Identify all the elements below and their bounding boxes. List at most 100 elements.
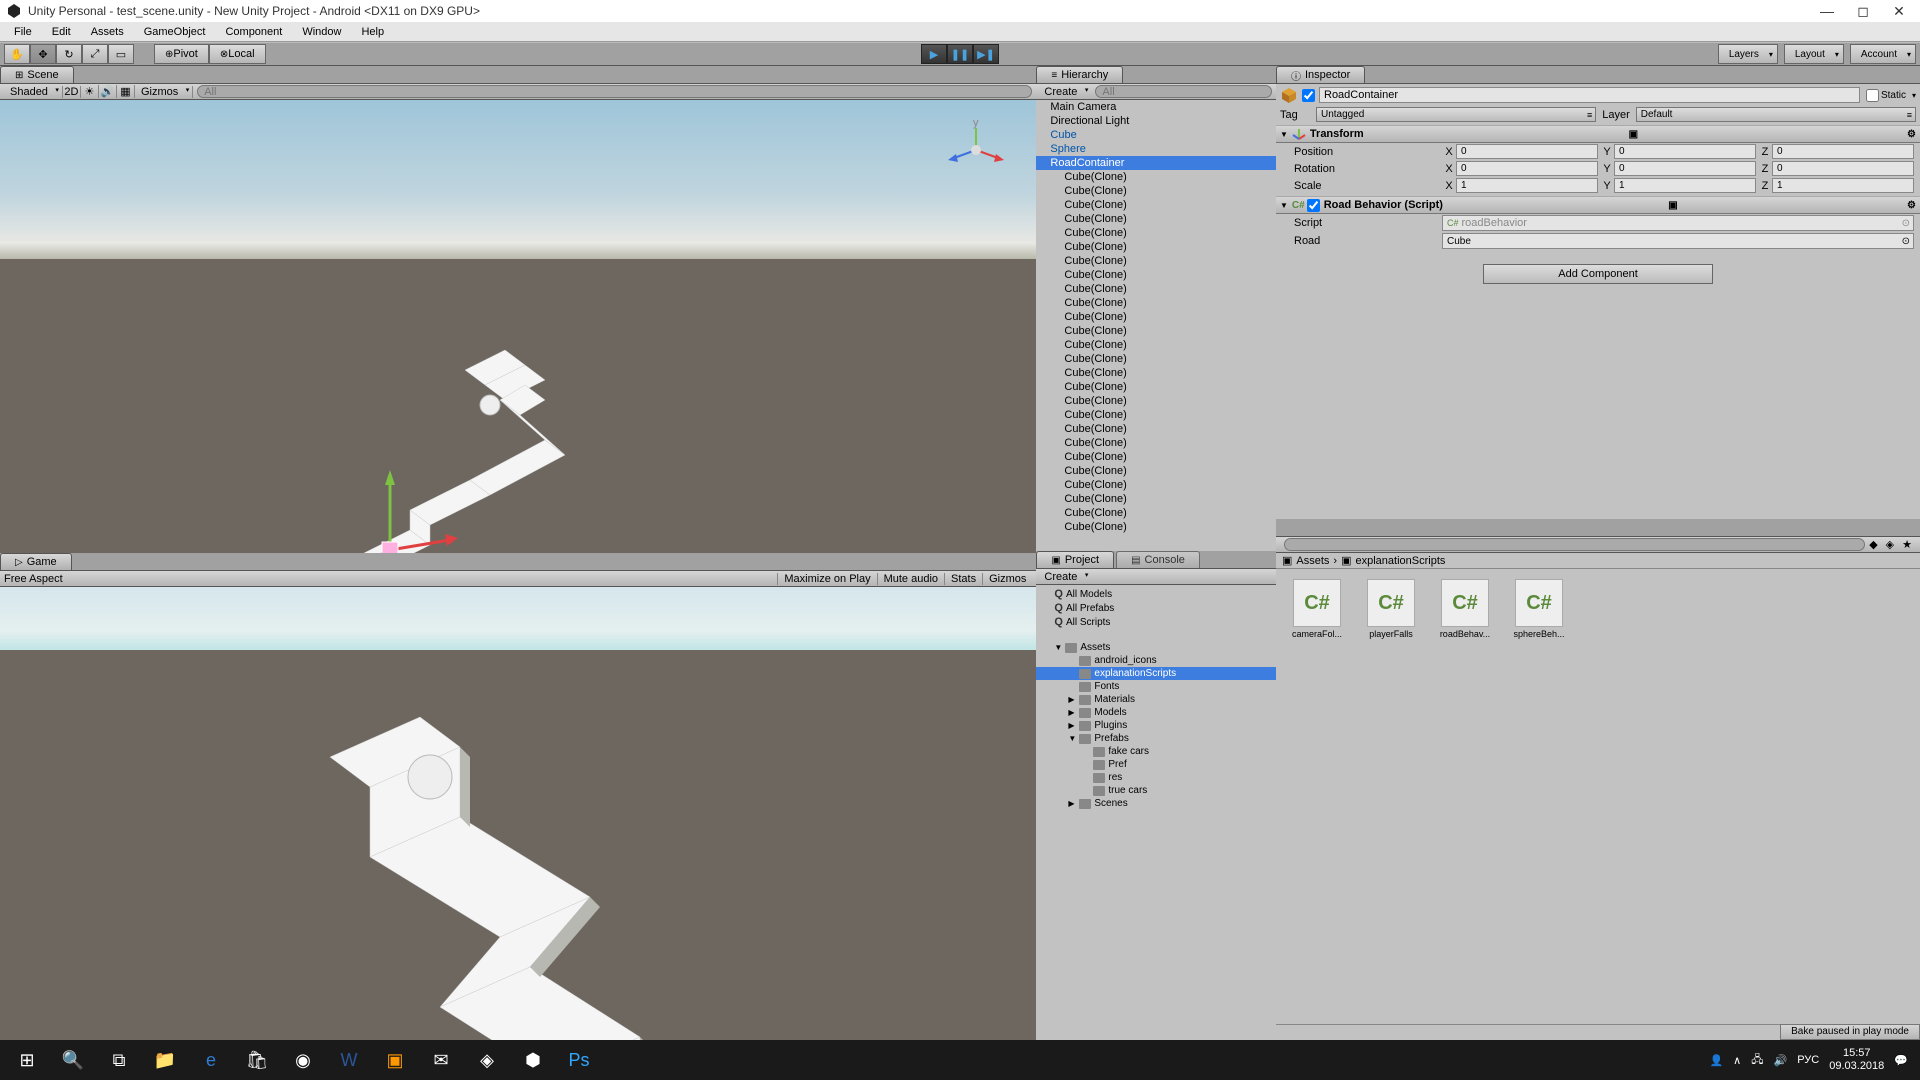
- move-tool[interactable]: ✥: [30, 44, 56, 64]
- shading-mode-dropdown[interactable]: Shaded: [4, 86, 63, 98]
- tree-item[interactable]: ▶ Plugins: [1036, 719, 1276, 732]
- pivot-toggle[interactable]: ⊕ Pivot: [154, 44, 209, 64]
- tree-item[interactable]: Pref: [1036, 758, 1276, 771]
- asset-item[interactable]: C#cameraFol...: [1286, 579, 1348, 639]
- tray-chevron-icon[interactable]: ∧: [1733, 1054, 1741, 1067]
- roadbehavior-help-icon[interactable]: ▣: [1668, 200, 1677, 211]
- scene-view[interactable]: y: [0, 100, 1036, 553]
- add-component-button[interactable]: Add Component: [1483, 264, 1713, 284]
- unity-icon[interactable]: ◈: [464, 1040, 510, 1080]
- tree-item[interactable]: ▶ Scenes: [1036, 797, 1276, 810]
- sublime-icon[interactable]: ▣: [372, 1040, 418, 1080]
- hierarchy-item[interactable]: Cube(Clone): [1036, 310, 1276, 324]
- hierarchy-item[interactable]: Cube(Clone): [1036, 282, 1276, 296]
- tree-item[interactable]: ▼ Prefabs: [1036, 732, 1276, 745]
- layers-dropdown[interactable]: Layers: [1718, 44, 1778, 64]
- tag-dropdown[interactable]: Untagged: [1316, 107, 1596, 122]
- rotation-x[interactable]: [1456, 161, 1598, 176]
- tray-notifications-icon[interactable]: 💬: [1894, 1054, 1908, 1067]
- tray-clock[interactable]: 15:57 09.03.2018: [1829, 1047, 1884, 1073]
- tree-item[interactable]: fake cars: [1036, 745, 1276, 758]
- hierarchy-item[interactable]: Main Camera: [1036, 100, 1276, 114]
- hierarchy-search[interactable]: [1095, 85, 1272, 98]
- search-save-icon[interactable]: ★: [1898, 538, 1916, 551]
- store-icon[interactable]: 🛍: [234, 1040, 280, 1080]
- tray-network-icon[interactable]: 🖧: [1751, 1051, 1763, 1070]
- hierarchy-item[interactable]: Cube(Clone): [1036, 366, 1276, 380]
- hierarchy-item[interactable]: Cube(Clone): [1036, 296, 1276, 310]
- aspect-dropdown[interactable]: Free Aspect: [4, 573, 63, 585]
- tree-item[interactable]: true cars: [1036, 784, 1276, 797]
- project-tree[interactable]: Q All ModelsQ All PrefabsQ All Scripts▼ …: [1036, 585, 1276, 1040]
- project-search[interactable]: [1284, 538, 1865, 551]
- rect-tool[interactable]: ▭: [108, 44, 134, 64]
- rotate-tool[interactable]: ↻: [56, 44, 82, 64]
- hierarchy-item[interactable]: Cube(Clone): [1036, 436, 1276, 450]
- scene-axis-gizmo[interactable]: y: [946, 120, 1006, 180]
- hierarchy-item[interactable]: Cube(Clone): [1036, 422, 1276, 436]
- hierarchy-item[interactable]: Cube(Clone): [1036, 408, 1276, 422]
- layer-dropdown[interactable]: Default: [1636, 107, 1916, 122]
- rotation-z[interactable]: [1772, 161, 1914, 176]
- hierarchy-item[interactable]: Cube(Clone): [1036, 352, 1276, 366]
- step-button[interactable]: ▶❚: [973, 44, 999, 64]
- hierarchy-item[interactable]: Cube(Clone): [1036, 478, 1276, 492]
- maximize-toggle[interactable]: Maximize on Play: [777, 573, 876, 585]
- hierarchy-item[interactable]: Cube(Clone): [1036, 380, 1276, 394]
- tab-inspector[interactable]: ⓘInspector: [1276, 66, 1365, 83]
- tab-scene[interactable]: ⊞Scene: [0, 66, 74, 83]
- hierarchy-item[interactable]: Cube(Clone): [1036, 520, 1276, 534]
- hierarchy-item[interactable]: Cube(Clone): [1036, 450, 1276, 464]
- word-icon[interactable]: W: [326, 1040, 372, 1080]
- tray-volume-icon[interactable]: 🔊: [1774, 1054, 1788, 1067]
- static-checkbox[interactable]: [1866, 89, 1879, 102]
- hierarchy-item[interactable]: RoadContainer: [1036, 156, 1276, 170]
- hierarchy-create-dropdown[interactable]: Create: [1040, 86, 1091, 98]
- hierarchy-item[interactable]: Cube(Clone): [1036, 324, 1276, 338]
- scale-y[interactable]: [1614, 178, 1756, 193]
- app-icon[interactable]: ⬢: [510, 1040, 556, 1080]
- hierarchy-item[interactable]: Cube(Clone): [1036, 198, 1276, 212]
- transform-help-icon[interactable]: ▣: [1629, 129, 1638, 140]
- hierarchy-item[interactable]: Cube(Clone): [1036, 268, 1276, 282]
- project-create-dropdown[interactable]: Create: [1040, 571, 1091, 583]
- roadbehavior-header[interactable]: ▼ C# Road Behavior (Script) ▣ ⚙: [1276, 196, 1920, 214]
- position-z[interactable]: [1772, 144, 1914, 159]
- layout-dropdown[interactable]: Layout: [1784, 44, 1844, 64]
- tree-item[interactable]: ▶ Models: [1036, 706, 1276, 719]
- tab-console[interactable]: ▤Console: [1116, 551, 1200, 568]
- hand-tool[interactable]: ✋: [4, 44, 30, 64]
- menu-window[interactable]: Window: [292, 24, 351, 40]
- photoshop-icon[interactable]: Ps: [556, 1040, 602, 1080]
- hierarchy-list[interactable]: Main CameraDirectional LightCubeSphereRo…: [1036, 100, 1276, 551]
- menu-component[interactable]: Component: [215, 24, 292, 40]
- scale-tool[interactable]: ⤢: [82, 44, 108, 64]
- edge-icon[interactable]: e: [188, 1040, 234, 1080]
- menu-gameobject[interactable]: GameObject: [134, 24, 216, 40]
- menu-file[interactable]: File: [4, 24, 42, 40]
- hierarchy-item[interactable]: Cube(Clone): [1036, 254, 1276, 268]
- menu-assets[interactable]: Assets: [81, 24, 134, 40]
- play-button[interactable]: ▶: [921, 44, 947, 64]
- tree-item[interactable]: ▼ Assets: [1036, 641, 1276, 654]
- scene-search[interactable]: [197, 85, 1032, 98]
- hierarchy-item[interactable]: Sphere: [1036, 142, 1276, 156]
- search-icon[interactable]: 🔍: [50, 1040, 96, 1080]
- tree-item[interactable]: explanationScripts: [1036, 667, 1276, 680]
- lighting-toggle[interactable]: ☀: [81, 85, 99, 98]
- roadbehavior-enabled-checkbox[interactable]: [1307, 199, 1320, 212]
- pause-button[interactable]: ❚❚: [947, 44, 973, 64]
- menu-edit[interactable]: Edit: [42, 24, 81, 40]
- asset-item[interactable]: C#roadBehav...: [1434, 579, 1496, 639]
- hierarchy-item[interactable]: Cube(Clone): [1036, 240, 1276, 254]
- tab-game[interactable]: ▷Game: [0, 553, 72, 570]
- hierarchy-item[interactable]: Cube(Clone): [1036, 394, 1276, 408]
- chrome-icon[interactable]: ◉: [280, 1040, 326, 1080]
- hierarchy-item[interactable]: Cube(Clone): [1036, 492, 1276, 506]
- tree-item[interactable]: Fonts: [1036, 680, 1276, 693]
- tray-people-icon[interactable]: 👤: [1709, 1054, 1723, 1067]
- gameobject-active-checkbox[interactable]: [1302, 89, 1315, 102]
- search-type-icon[interactable]: ◈: [1882, 538, 1898, 551]
- tab-project[interactable]: ▣Project: [1036, 551, 1114, 568]
- hierarchy-item[interactable]: Cube(Clone): [1036, 170, 1276, 184]
